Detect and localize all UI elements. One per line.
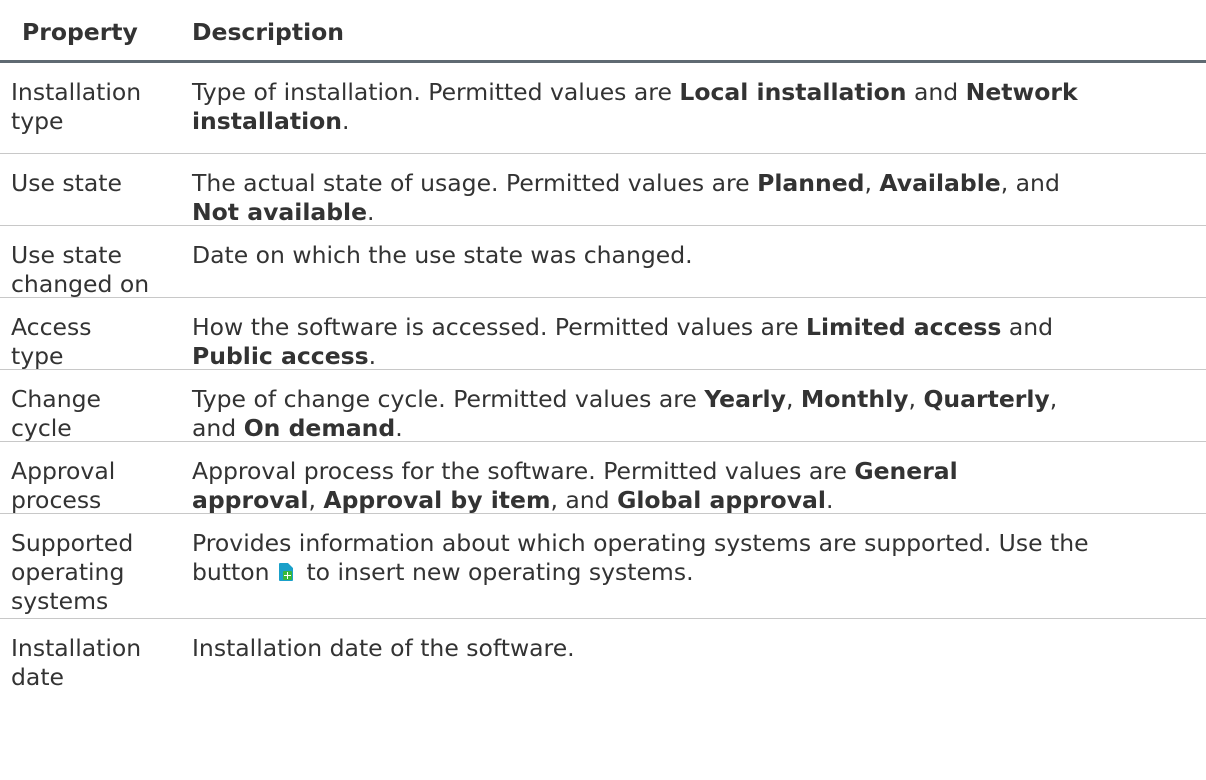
- add-document-icon: [278, 563, 293, 581]
- property-table: Property Description Installation type Ty…: [0, 0, 1206, 699]
- property-cell: Installation type: [11, 78, 142, 135]
- property-column-header: Property: [22, 18, 138, 46]
- table-row: Installation type Type of installation. P…: [0, 63, 1206, 154]
- property-cell: Use state changed on: [11, 241, 150, 298]
- table-row: Change cycle Type of change cycle. Permit…: [0, 370, 1206, 442]
- property-cell: Use state: [11, 169, 122, 197]
- table-header: Property Description: [0, 0, 1206, 63]
- table-row: Approval process Approval process for the…: [0, 442, 1206, 514]
- table-row: Supported operating systems Provides infor…: [0, 514, 1206, 619]
- property-cell: Change cycle: [11, 385, 101, 442]
- table-row: Use state The actual state of usage. Per…: [0, 154, 1206, 226]
- property-cell: Approval process: [11, 457, 116, 514]
- description-cell: Type of change cycle. Permitted values a…: [192, 385, 1058, 442]
- table-row: Installation date Installation date of th…: [0, 619, 1206, 699]
- description-cell: Type of installation. Permitted values a…: [192, 78, 1078, 135]
- property-cell: Supported operating systems: [11, 529, 134, 615]
- description-cell: Provides information about which operati…: [192, 529, 1089, 586]
- property-cell: Installation date: [11, 634, 142, 691]
- description-cell: Installation date of the software.: [192, 634, 575, 662]
- table-row: Use state changed on Date on which the us…: [0, 226, 1206, 298]
- description-cell: The actual state of usage. Permitted val…: [192, 169, 1060, 226]
- property-cell: Access type: [11, 313, 92, 370]
- description-column-header: Description: [192, 18, 344, 46]
- description-cell: How the software is accessed. Permitted …: [192, 313, 1054, 370]
- description-cell: Approval process for the software. Permi…: [192, 457, 958, 514]
- description-cell: Date on which the use state was changed.: [192, 241, 693, 269]
- table-row: Access type How the software is accessed.…: [0, 298, 1206, 370]
